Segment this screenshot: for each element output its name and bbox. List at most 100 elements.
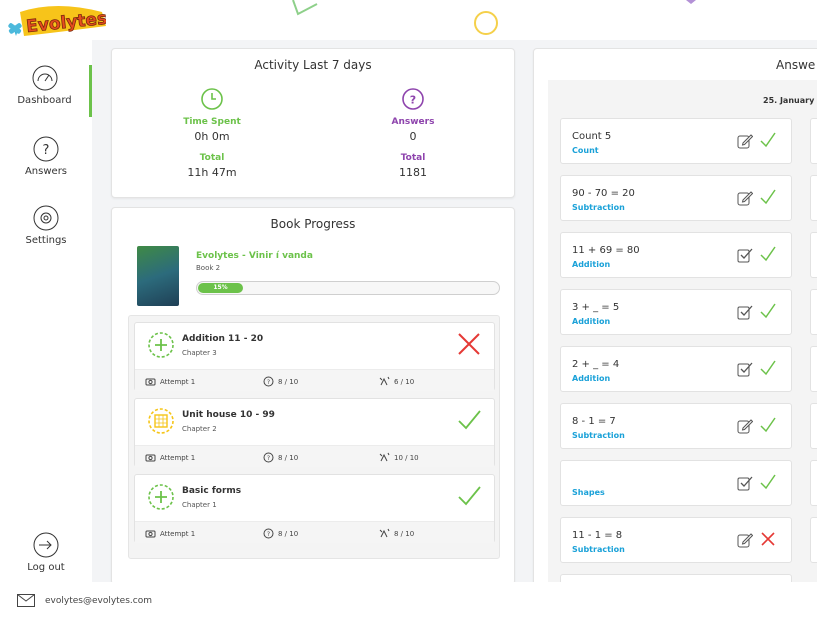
answers-card: Answe 25. January Count 5 Count 90 - 70 = …: [533, 48, 817, 593]
activity-title: Activity Last 7 days: [254, 58, 372, 72]
svg-text:?: ?: [267, 531, 270, 538]
answer-item[interactable]: Count 5 Count: [560, 118, 792, 164]
answers-total-value: 1181: [399, 166, 427, 179]
answer-item[interactable]: 2 + _ = 4 Addition: [560, 346, 792, 392]
answer-item[interactable]: [810, 118, 817, 164]
sidebar-item-dashboard[interactable]: Dashboard: [0, 65, 92, 117]
gauge-icon: [32, 65, 57, 91]
answer-type: Addition: [572, 374, 611, 383]
answers-stat: ? Answers 0 Total 1181: [333, 87, 493, 179]
answer-type: Addition: [572, 317, 611, 326]
answer-item[interactable]: 90 - 70 = 20 Subtraction: [560, 175, 792, 221]
answer-type: Subtraction: [572, 545, 625, 554]
pencil-icon: [737, 191, 753, 206]
answers-count: 8 / 10: [278, 529, 299, 538]
pencil-icon: [737, 134, 753, 149]
answer-item[interactable]: Shapes: [560, 460, 792, 506]
chapter-item[interactable]: Unit house 10 - 99 Chapter 2 Attempt 1 ?…: [134, 398, 495, 467]
score-value: 6 / 10: [394, 377, 415, 386]
chapter-subtitle: Chapter 2: [182, 425, 217, 433]
svg-text:?: ?: [267, 455, 270, 462]
evolytes-logo: Evolytes: [6, 2, 108, 42]
answer-item[interactable]: [810, 403, 817, 449]
answer-item[interactable]: [810, 517, 817, 563]
cross-icon: [761, 532, 775, 546]
book-progress-fill: 15%: [198, 283, 243, 293]
activity-card: Activity Last 7 days Time Spent 0h 0m To…: [111, 48, 515, 198]
time-total-value: 11h 47m: [187, 166, 237, 179]
answers-date: 25. January: [763, 96, 815, 105]
checkbox-icon: [737, 248, 753, 263]
answer-item[interactable]: 11 + 69 = 80 Addition: [560, 232, 792, 278]
footer-email[interactable]: evolytes@evolytes.com: [45, 596, 152, 606]
chapter-subtitle: Chapter 1: [182, 501, 217, 509]
check-icon: [458, 486, 481, 506]
gear-icon: [33, 205, 59, 231]
check-icon: [760, 303, 776, 319]
answers-count: 8 / 10: [278, 377, 299, 386]
answer-equation: Count 5: [572, 131, 612, 142]
check-icon: [760, 360, 776, 376]
time-spent-label: Time Spent: [183, 117, 241, 127]
pencil-icon: [737, 533, 753, 548]
chapter-title: Unit house 10 - 99: [182, 410, 275, 420]
cross-icon: [458, 333, 480, 355]
answer-item[interactable]: [810, 232, 817, 278]
mail-icon: [17, 594, 35, 607]
book-name[interactable]: Evolytes - Vinir í vanda: [196, 251, 313, 261]
svg-text:?: ?: [410, 94, 416, 107]
unit-house-icon: [148, 408, 174, 434]
score-value: 8 / 10: [394, 529, 415, 538]
answer-equation: 90 - 70 = 20: [572, 188, 635, 199]
book-cover-image[interactable]: [137, 246, 179, 306]
addition-icon: [148, 332, 174, 358]
answer-item[interactable]: [810, 289, 817, 335]
addition-icon: [148, 484, 174, 510]
answer-type: Shapes: [572, 488, 605, 497]
main-content: Activity Last 7 days Time Spent 0h 0m To…: [92, 40, 817, 593]
sidebar-item-label: Dashboard: [17, 95, 72, 106]
book-progress-title: Book Progress: [270, 217, 356, 231]
question-icon: ?: [263, 528, 274, 539]
chapter-item[interactable]: Addition 11 - 20 Chapter 3 Attempt 1 ? 8 …: [134, 322, 495, 391]
sidebar: Dashboard ? Answers Settings Log out: [0, 40, 92, 582]
camera-icon: [145, 378, 156, 386]
answer-item[interactable]: 3 + _ = 5 Addition: [560, 289, 792, 335]
checkbox-icon: [737, 362, 753, 377]
book-subtitle: Book 2: [196, 264, 221, 272]
checkbox-icon: [737, 305, 753, 320]
check-icon: [760, 474, 776, 490]
question-icon: ?: [402, 88, 424, 110]
check-icon: [760, 132, 776, 148]
svg-text:?: ?: [43, 143, 50, 158]
logout-label: Log out: [27, 562, 65, 573]
book-progress-bar: 15%: [196, 281, 500, 295]
clock-icon: [201, 88, 223, 110]
answer-item[interactable]: [810, 346, 817, 392]
time-spent-stat: Time Spent 0h 0m Total 11h 47m: [132, 87, 292, 179]
time-total-label: Total: [199, 153, 225, 163]
answer-item[interactable]: 8 - 1 = 7 Subtraction: [560, 403, 792, 449]
answer-type: Subtraction: [572, 203, 625, 212]
answer-equation: 11 + 69 = 80: [572, 245, 640, 256]
time-spent-value: 0h 0m: [194, 130, 230, 143]
answer-type: Count: [572, 146, 599, 155]
triangle-decoration-icon: [292, 0, 318, 16]
answers-value: 0: [409, 130, 417, 143]
logout-icon: [33, 532, 59, 558]
score-icon: [379, 452, 390, 462]
question-icon: ?: [263, 376, 274, 387]
check-icon: [760, 417, 776, 433]
chapter-title: Addition 11 - 20: [182, 334, 264, 344]
logout-button[interactable]: Log out: [0, 532, 92, 573]
chapter-item[interactable]: Basic forms Chapter 1 Attempt 1 ? 8 / 10 …: [134, 474, 495, 543]
answer-item[interactable]: [810, 460, 817, 506]
score-value: 10 / 10: [394, 453, 419, 462]
chapter-list: Addition 11 - 20 Chapter 3 Attempt 1 ? 8 …: [128, 315, 500, 559]
question-icon: ?: [33, 136, 59, 162]
sidebar-item-settings[interactable]: Settings: [0, 205, 92, 246]
answer-item[interactable]: [810, 175, 817, 221]
chapter-subtitle: Chapter 3: [182, 349, 217, 357]
answer-item[interactable]: 11 - 1 = 8 Subtraction: [560, 517, 792, 563]
sidebar-item-answers[interactable]: ? Answers: [0, 136, 92, 177]
